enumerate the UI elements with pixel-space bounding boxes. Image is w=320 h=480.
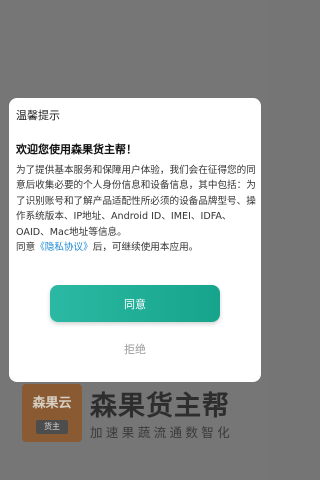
consent-prefix: 同意 — [16, 242, 36, 254]
dialog-title: 温馨提示 — [16, 109, 60, 122]
dialog-body: 为了提供基本服务和保障用户体验，我们会在征得您的同意后收集必要的个人身份信息和设… — [16, 163, 256, 255]
app-logo: 森果云 货主 — [22, 384, 82, 442]
dialog-body-paragraph: 为了提供基本服务和保障用户体验，我们会在征得您的同意后收集必要的个人身份信息和设… — [16, 165, 256, 238]
reject-button[interactable]: 拒绝 — [110, 340, 160, 358]
splash-branding: 森果云 货主 森果货主帮 加速果蔬流通数智化 — [22, 384, 262, 454]
app-name: 森果货主帮 — [90, 391, 230, 422]
agree-button[interactable]: 同意 — [50, 285, 220, 322]
app-slogan: 加速果蔬流通数智化 — [90, 425, 234, 440]
consent-suffix: 后，可继续使用本应用。 — [92, 242, 199, 254]
app-logo-text: 森果云 — [32, 396, 72, 411]
privacy-dialog: 温馨提示 欢迎您使用森果货主帮！ 为了提供基本服务和保障用户体验，我们会在征得您… — [9, 98, 261, 382]
privacy-policy-link[interactable]: 《隐私协议》 — [35, 242, 93, 253]
consent-line: 同意《隐私协议》后，可继续使用本应用。 — [16, 240, 256, 255]
app-logo-sub-text: 货主 — [36, 420, 68, 434]
dialog-heading: 欢迎您使用森果货主帮！ — [16, 143, 137, 156]
